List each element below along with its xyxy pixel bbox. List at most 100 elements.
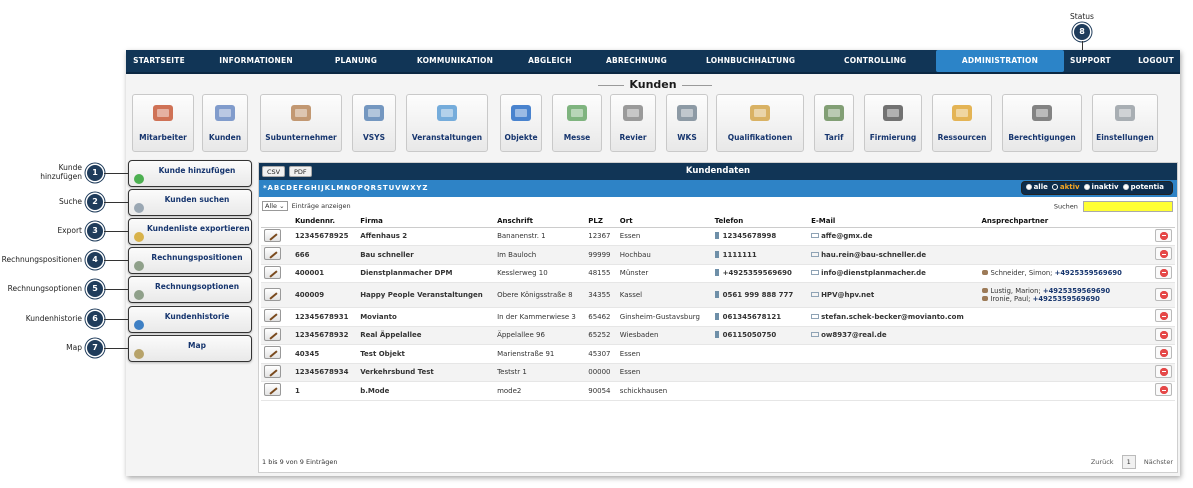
nav-item-logout[interactable]: LOGOUT — [1136, 50, 1176, 72]
sidebar-button-1[interactable]: Kunde hinzufügen — [128, 160, 252, 187]
company-name[interactable]: Verkehrsbund Test — [357, 363, 495, 382]
nav-item-administration[interactable]: ADMINISTRATION — [936, 50, 1064, 72]
company-name[interactable]: b.Mode — [357, 381, 495, 401]
module-tile-vsys[interactable]: VSYS — [352, 94, 396, 152]
email-address[interactable]: ow8937@real.de — [821, 331, 887, 339]
email-address[interactable]: affe@gmx.de — [821, 232, 872, 240]
column-header-telefon[interactable]: Telefon — [711, 215, 809, 228]
status-option-aktiv[interactable]: aktiv — [1051, 183, 1080, 191]
column-header-plz[interactable]: PLZ — [585, 215, 617, 228]
customer-number[interactable]: 12345678931 — [291, 307, 358, 327]
edit-pencil-icon[interactable] — [264, 265, 281, 279]
module-tile-revier[interactable]: Revier — [610, 94, 656, 152]
pager-next[interactable]: Nächster — [1144, 458, 1173, 466]
edit-pencil-icon[interactable] — [264, 346, 281, 360]
company-name[interactable]: Dienstplanmacher DPM — [357, 264, 495, 283]
module-tile-objekte[interactable]: Objekte — [500, 94, 542, 152]
delete-icon[interactable] — [1155, 228, 1172, 242]
phone-number[interactable]: +4925359569690 — [723, 269, 792, 277]
email-address[interactable]: stefan.schek-becker@movianto.com — [821, 313, 964, 321]
column-header-ort[interactable]: Ort — [616, 215, 712, 228]
module-tile-mitarbeiter[interactable]: Mitarbeiter — [132, 94, 194, 152]
delete-icon[interactable] — [1155, 346, 1172, 360]
edit-pencil-icon[interactable] — [264, 287, 281, 301]
column-header-ansprechpartner[interactable]: Ansprechpartner — [978, 215, 1146, 228]
module-tile-kunden[interactable]: Kunden — [202, 94, 248, 152]
column-header-kundennr[interactable]: Kundennr. — [291, 215, 358, 228]
sidebar-button-4[interactable]: Rechnungspositionen — [128, 247, 252, 274]
nav-item-controlling[interactable]: CONTROLLING — [844, 50, 906, 72]
customer-number[interactable]: 1 — [291, 381, 358, 401]
contact-phone[interactable]: +4925359569690 — [1033, 295, 1100, 303]
edit-pencil-icon[interactable] — [264, 247, 281, 261]
customer-number[interactable]: 12345678934 — [291, 363, 358, 382]
module-tile-subunternehmer[interactable]: Subunternehmer — [260, 94, 342, 152]
phone-number[interactable]: 0561 999 888 777 — [723, 291, 794, 299]
alphabet-filter[interactable]: *ABCDEFGHIJKLMNOPQRSTUVWXYZ — [263, 184, 428, 192]
sidebar-button-6[interactable]: Kundenhistorie — [128, 306, 252, 333]
edit-pencil-icon[interactable] — [264, 383, 281, 397]
edit-pencil-icon[interactable] — [264, 228, 281, 242]
module-tile-berechtigungen[interactable]: Berechtigungen — [1002, 94, 1082, 152]
column-header-anschrift[interactable]: Anschrift — [494, 215, 586, 228]
module-tile-ressourcen[interactable]: Ressourcen — [932, 94, 992, 152]
company-name[interactable]: Real Äppelallee — [357, 326, 495, 345]
column-header-email[interactable]: E-Mail — [808, 215, 979, 228]
pager-prev[interactable]: Zurück — [1091, 458, 1114, 466]
email-address[interactable]: info@dienstplanmacher.de — [821, 269, 926, 277]
customer-number[interactable]: 12345678925 — [291, 227, 358, 246]
module-tile-veranstaltungen[interactable]: Veranstaltungen — [406, 94, 488, 152]
delete-icon[interactable] — [1155, 247, 1172, 261]
customer-number[interactable]: 40345 — [291, 344, 358, 364]
phone-number[interactable]: 1111111 — [723, 251, 757, 259]
sidebar-button-5[interactable]: Rechnungsoptionen — [128, 276, 252, 303]
company-name[interactable]: Movianto — [357, 307, 495, 327]
nav-item-abrechnung[interactable]: ABRECHNUNG — [606, 50, 667, 72]
module-tile-messe[interactable]: Messe — [552, 94, 602, 152]
company-name[interactable]: Test Objekt — [357, 344, 495, 364]
status-option-potentia[interactable]: potentia — [1122, 183, 1164, 191]
customer-number[interactable]: 666 — [291, 245, 358, 265]
page-size-select[interactable]: Alle ⌄ — [262, 201, 288, 211]
delete-icon[interactable] — [1155, 383, 1172, 397]
delete-icon[interactable] — [1155, 364, 1172, 378]
status-option-inaktiv[interactable]: inaktiv — [1083, 183, 1119, 191]
module-tile-qualifikationen[interactable]: Qualifikationen — [716, 94, 804, 152]
nav-item-lohnbuchhaltung[interactable]: LOHNBUCHHALTUNG — [706, 50, 795, 72]
module-tile-tarif[interactable]: Tarif — [814, 94, 854, 152]
nav-item-abgleich[interactable]: ABGLEICH — [526, 50, 574, 72]
edit-pencil-icon[interactable] — [264, 309, 281, 323]
delete-icon[interactable] — [1155, 265, 1172, 279]
phone-number[interactable]: 12345678998 — [723, 232, 777, 240]
delete-icon[interactable] — [1155, 287, 1172, 301]
email-address[interactable]: hau.rein@bau-schneller.de — [821, 251, 926, 259]
nav-item-startseite[interactable]: STARTSEITE — [132, 50, 186, 72]
pager-current-page[interactable]: 1 — [1121, 455, 1136, 469]
edit-pencil-icon[interactable] — [264, 327, 281, 341]
search-input[interactable] — [1083, 201, 1173, 212]
phone-number[interactable]: 061345678121 — [723, 313, 781, 321]
module-tile-einstellungen[interactable]: Einstellungen — [1092, 94, 1158, 152]
delete-icon[interactable] — [1155, 309, 1172, 323]
sidebar-button-7[interactable]: Map — [128, 335, 252, 362]
nav-item-planung[interactable]: PLANUNG — [334, 50, 378, 72]
edit-pencil-icon[interactable] — [264, 364, 281, 378]
nav-item-support[interactable]: SUPPORT — [1070, 50, 1111, 72]
company-name[interactable]: Bau schneller — [357, 245, 495, 265]
module-tile-firmierung[interactable]: Firmierung — [864, 94, 922, 152]
sidebar-button-2[interactable]: Kunden suchen — [128, 189, 252, 216]
nav-item-kommunikation[interactable]: KOMMUNIKATION — [412, 50, 498, 72]
company-name[interactable]: Affenhaus 2 — [357, 227, 495, 246]
sidebar-button-3[interactable]: Kundenliste exportieren — [128, 218, 252, 245]
customer-number[interactable]: 400001 — [291, 264, 358, 283]
status-option-alle[interactable]: alle — [1025, 183, 1048, 191]
customer-number[interactable]: 400009 — [291, 282, 358, 308]
module-tile-wks[interactable]: WKS — [666, 94, 708, 152]
contact-phone[interactable]: +4925359569690 — [1055, 269, 1122, 277]
company-name[interactable]: Happy People Veranstaltungen — [357, 282, 495, 308]
email-address[interactable]: HPV@hpv.net — [821, 291, 874, 299]
phone-number[interactable]: 06115050750 — [723, 331, 777, 339]
customer-number[interactable]: 12345678932 — [291, 326, 358, 345]
nav-item-informationen[interactable]: INFORMATIONEN — [218, 50, 294, 72]
column-header-firma[interactable]: Firma — [357, 215, 495, 228]
